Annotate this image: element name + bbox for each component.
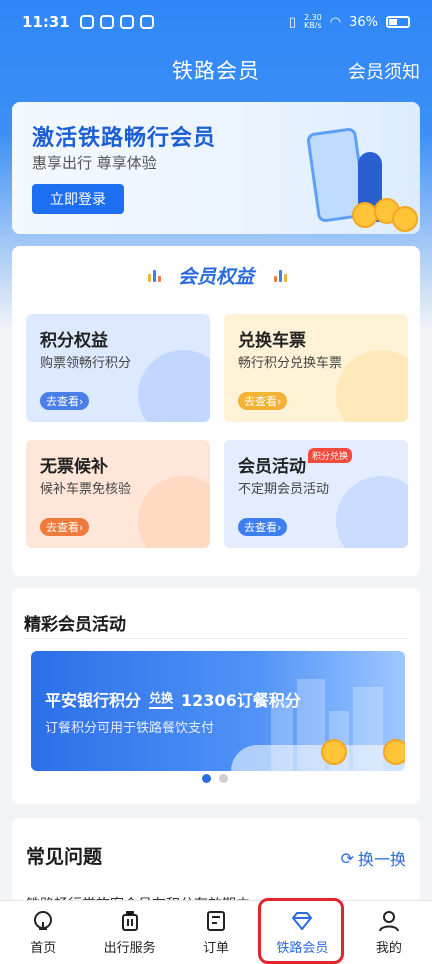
status-system-icons: ▯ 2.30 KB/s ◠ 36% <box>289 14 410 30</box>
carousel-indicator <box>202 774 228 783</box>
tab-orders[interactable]: 订单 <box>173 901 259 964</box>
member-activities-card: 精彩会员活动 平安银行积分 兑换 12306订餐积分 订餐积分可用于铁路餐饮支付 <box>12 588 420 804</box>
tile-subtitle: 畅行积分兑换车票 <box>238 356 343 371</box>
tile-title: 会员活动 <box>238 457 306 477</box>
person-icon <box>378 911 399 932</box>
battery-percent: 36% <box>349 14 378 30</box>
network-speed: 2.30 KB/s <box>303 13 322 30</box>
tile-subtitle: 不定期会员活动 <box>238 482 330 497</box>
activity-description: 订餐积分可用于铁路餐饮支付 <box>45 721 215 736</box>
tab-home[interactable]: 首页 <box>0 901 86 964</box>
tile-subtitle: 候补车票免核验 <box>40 482 132 497</box>
coin-illustration <box>383 739 405 765</box>
view-button[interactable]: 去查看› <box>40 518 90 536</box>
benefit-tile-exchange-ticket[interactable]: 兑换车票 畅行积分兑换车票 去查看› <box>224 314 408 422</box>
refresh-icon: ⟳ <box>340 848 354 868</box>
train-illustration <box>231 745 405 771</box>
login-button[interactable]: 立即登录 <box>32 184 124 214</box>
view-button[interactable]: 去查看› <box>40 392 90 410</box>
login-banner: 激活铁路畅行会员 惠享出行 尊享体验 立即登录 <box>12 102 420 234</box>
decoration-shape <box>138 350 210 422</box>
tab-label: 订单 <box>203 941 230 956</box>
benefits-title: 会员权益 <box>177 266 254 288</box>
vibrate-icon: ▯ <box>288 14 296 30</box>
nav-bar: 铁路会员 会员须知 <box>0 44 432 96</box>
decoration-shape <box>138 476 210 548</box>
battery-icon <box>386 16 410 28</box>
app-notification-icon <box>79 15 94 29</box>
coin-illustration <box>321 739 347 765</box>
home-icon <box>34 911 53 930</box>
refresh-button[interactable]: ⟳ 换一换 <box>341 846 406 870</box>
activity-banner[interactable]: 平安银行积分 兑换 12306订餐积分 订餐积分可用于铁路餐饮支付 <box>31 651 405 771</box>
status-time: 11:31 <box>22 13 70 31</box>
carousel-dot[interactable] <box>219 774 228 783</box>
login-banner-subtitle: 惠享出行 尊享体验 <box>32 154 157 172</box>
page-title: 铁路会员 <box>172 59 260 83</box>
status-notification-icons <box>79 15 154 29</box>
faq-title: 常见问题 <box>26 846 103 868</box>
member-notice-link[interactable]: 会员须知 <box>348 58 420 84</box>
divider <box>24 638 408 639</box>
benefit-tile-waitlist[interactable]: 无票候补 候补车票免核验 去查看› <box>26 440 210 548</box>
carousel-dot[interactable] <box>202 774 211 783</box>
app-notification-icon <box>99 15 114 29</box>
tab-label: 出行服务 <box>103 941 156 956</box>
activity-to: 12306订餐积分 <box>181 691 301 710</box>
decoration-shape <box>336 350 408 422</box>
activity-from: 平安银行积分 <box>45 691 142 710</box>
tile-title: 兑换车票 <box>238 331 306 351</box>
wifi-icon: ◠ <box>329 14 342 30</box>
member-benefits-card: 会员权益 积分权益 购票领畅行积分 去查看› 兑换车票 畅行积分兑换车票 去查看… <box>12 246 420 576</box>
order-list-icon <box>207 911 226 931</box>
luggage-icon <box>121 911 138 931</box>
view-button[interactable]: 去查看› <box>238 518 288 536</box>
decoration-shape <box>336 476 408 548</box>
view-button[interactable]: 去查看› <box>238 392 288 410</box>
activity-headline: 平安银行积分 兑换 12306订餐积分 <box>45 687 301 711</box>
tile-subtitle: 购票领畅行积分 <box>40 356 132 371</box>
refresh-label: 换一换 <box>357 850 406 869</box>
app-notification-icon <box>139 15 154 29</box>
tab-label: 首页 <box>30 941 57 956</box>
bottom-tab-bar: 首页 出行服务 订单 铁路会员 我的 <box>0 900 432 964</box>
benefit-tile-activities[interactable]: 会员活动 积分兑换 不定期会员活动 去查看› <box>224 440 408 548</box>
coin-illustration <box>392 206 418 232</box>
login-banner-title: 激活铁路畅行会员 <box>32 126 217 151</box>
tile-title: 无票候补 <box>40 457 108 477</box>
tab-highlight-annotation <box>258 898 344 964</box>
benefit-tile-points[interactable]: 积分权益 购票领畅行积分 去查看› <box>26 314 210 422</box>
title-decoration-icon <box>274 270 287 282</box>
tab-label: 我的 <box>375 941 402 956</box>
status-bar: 11:31 ▯ 2.30 KB/s ◠ 36% <box>0 0 432 44</box>
tab-mine[interactable]: 我的 <box>346 901 432 964</box>
points-exchange-badge: 积分兑换 <box>308 448 353 463</box>
activities-title: 精彩会员活动 <box>24 615 126 635</box>
app-notification-icon <box>119 15 134 29</box>
tile-title: 积分权益 <box>40 331 108 351</box>
activity-exchange-arrow: 兑换 <box>149 689 174 709</box>
tab-travel-services[interactable]: 出行服务 <box>86 901 172 964</box>
